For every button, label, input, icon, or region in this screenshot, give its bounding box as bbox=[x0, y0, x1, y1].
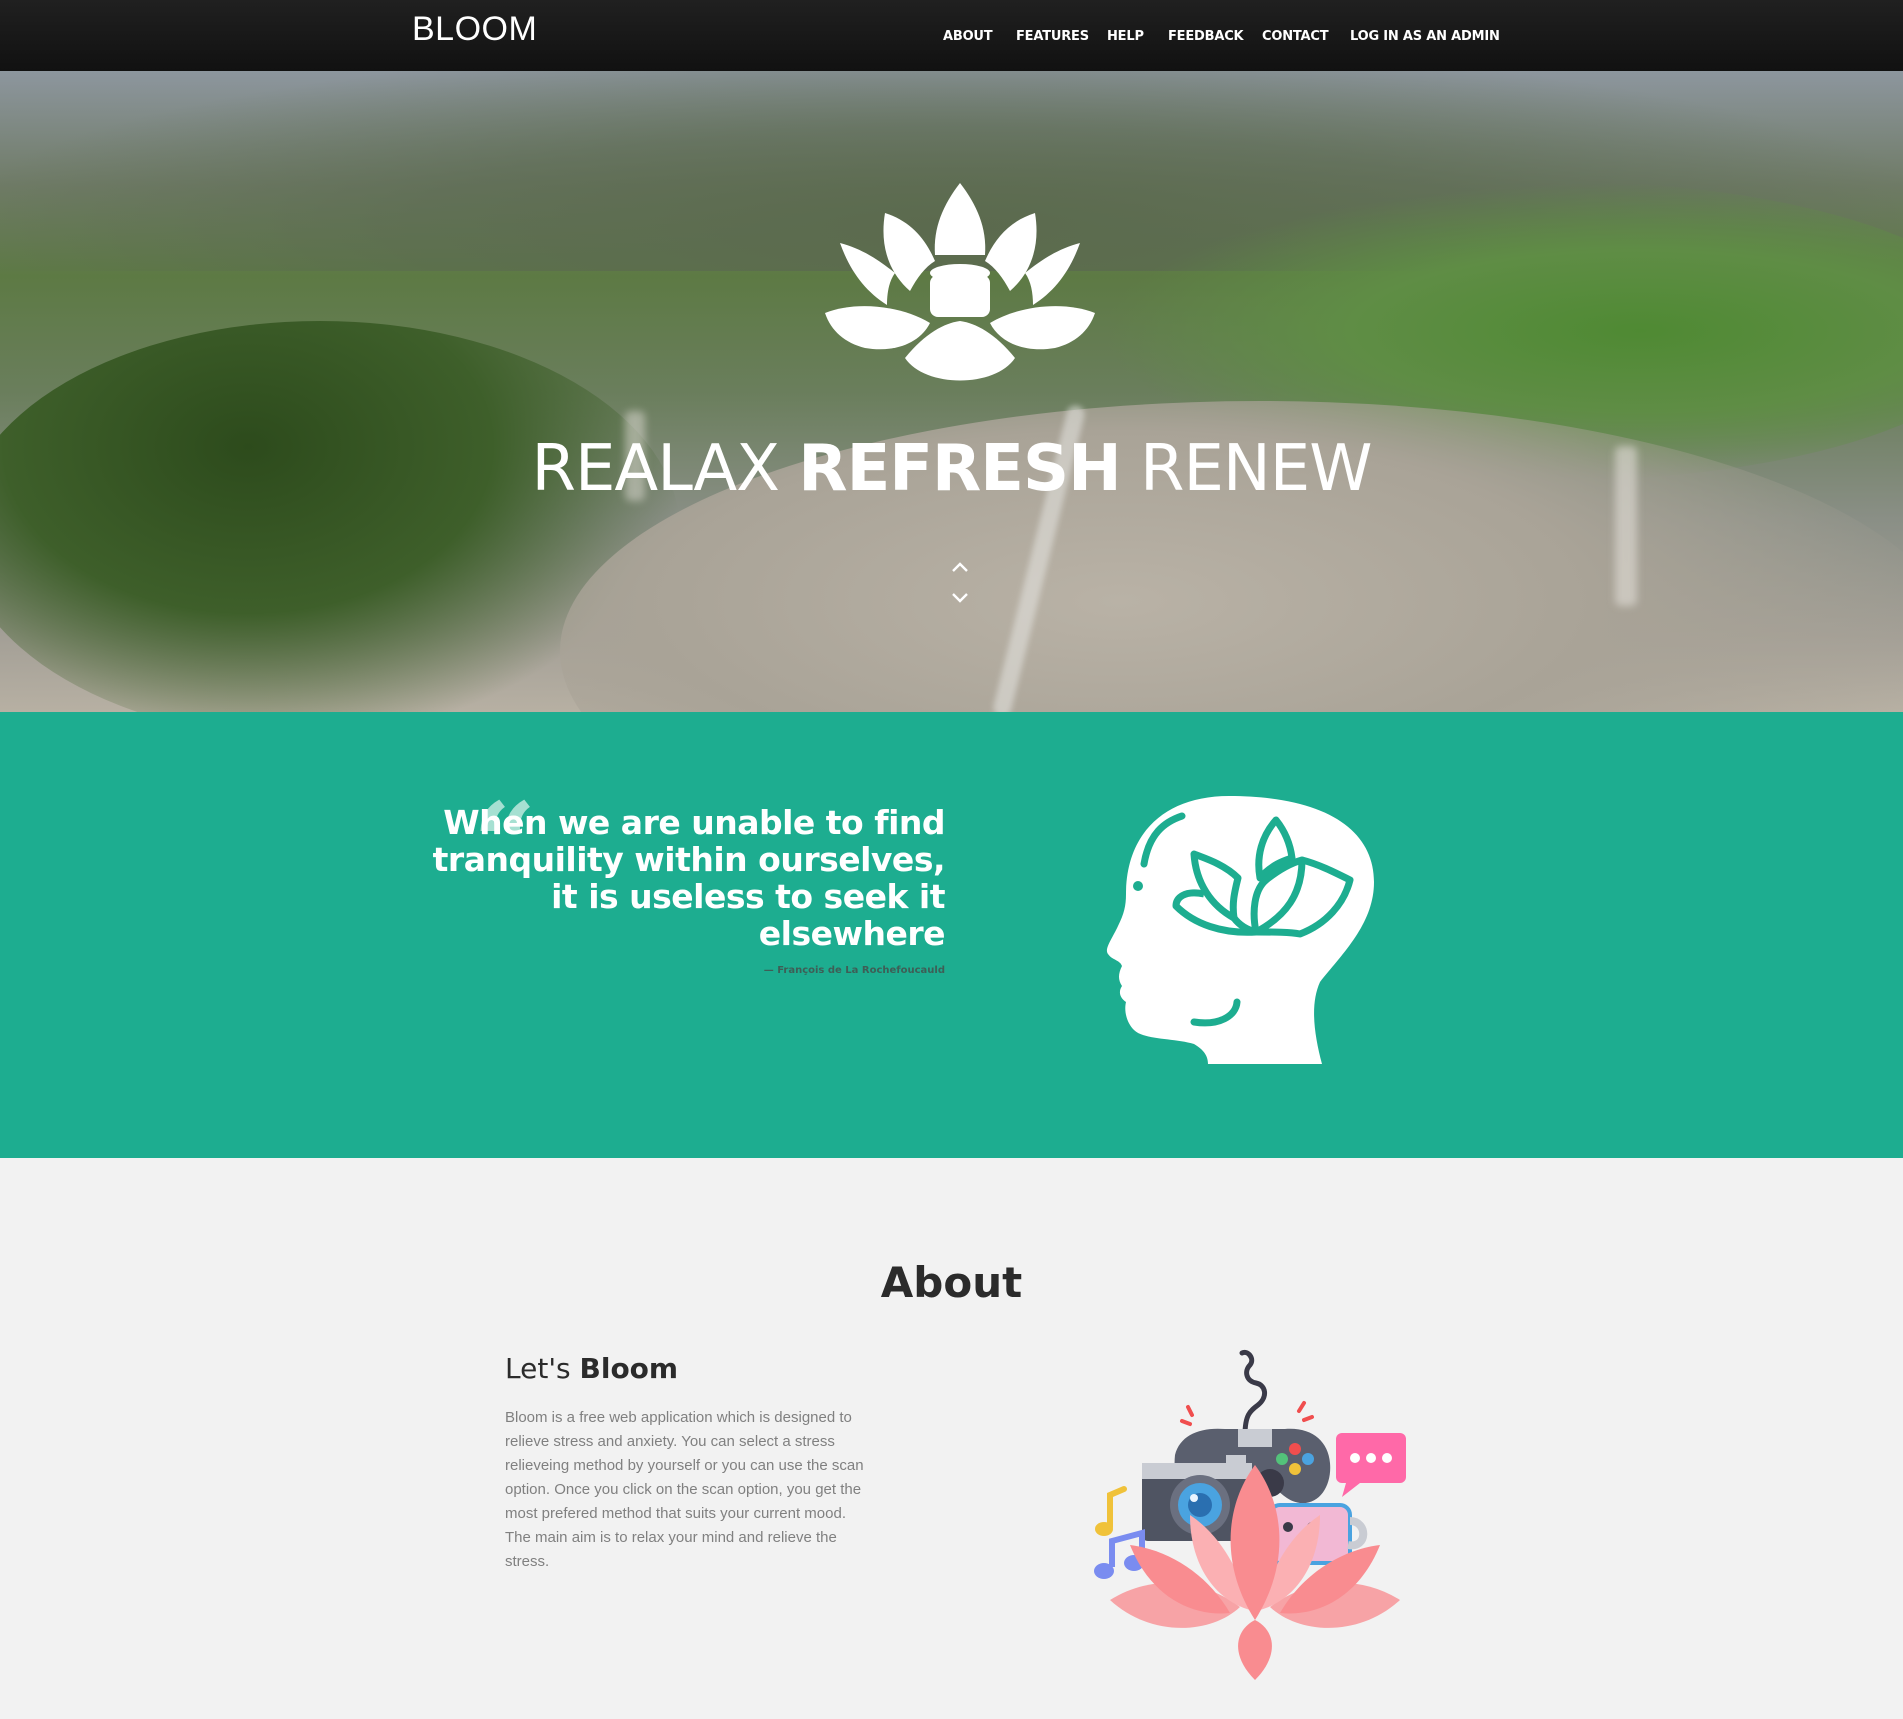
lotus-icon bbox=[825, 183, 1095, 381]
tagline-word-realax: REALAX bbox=[531, 432, 780, 506]
about-title: About bbox=[880, 1258, 1023, 1307]
quote-section bbox=[0, 712, 1903, 1158]
about-subtitle: Let's Bloom bbox=[505, 1352, 678, 1385]
nav-item-feedback[interactable]: FEEDBACK bbox=[1168, 29, 1244, 44]
chevron-down-icon[interactable] bbox=[950, 591, 970, 605]
about-subtitle-light: Let's bbox=[505, 1352, 580, 1385]
nav-item-about[interactable]: ABOUT bbox=[943, 29, 993, 44]
tagline-word-renew: RENEW bbox=[1140, 432, 1372, 506]
top-navbar: BLOOM ABOUT FEATURES HELP FEEDBACK CONTA… bbox=[0, 0, 1903, 71]
chevron-up-icon[interactable] bbox=[950, 560, 970, 574]
quote-text: When we are unable to find tranquility w… bbox=[432, 803, 946, 953]
relaxation-activities-illustration bbox=[1094, 1349, 1406, 1680]
about-description: Bloom is a free web application which is… bbox=[505, 1409, 864, 1570]
hero-tagline: REALAX REFRESH RENEW bbox=[0, 432, 1903, 506]
nav-item-admin-login[interactable]: LOG IN AS AN ADMIN bbox=[1350, 29, 1500, 44]
nav-item-contact[interactable]: CONTACT bbox=[1262, 29, 1329, 44]
nav-item-help[interactable]: HELP bbox=[1107, 29, 1144, 44]
head-lotus-icon bbox=[1106, 796, 1374, 1064]
brand-logo[interactable]: BLOOM bbox=[412, 10, 537, 49]
about-subtitle-bold: Bloom bbox=[579, 1352, 679, 1385]
quote-author: — François de La Rochefoucauld bbox=[763, 965, 945, 976]
nav-item-features[interactable]: FEATURES bbox=[1016, 29, 1089, 44]
tagline-word-refresh: REFRESH bbox=[798, 432, 1121, 506]
